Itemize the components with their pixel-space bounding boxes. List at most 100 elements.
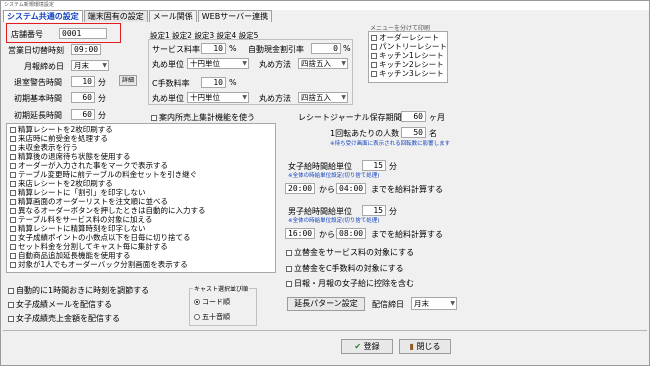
female-unit-unit: 分: [389, 162, 397, 171]
male-from-field[interactable]: 16:00: [285, 228, 315, 239]
settings-window: システム新規環境設定 システム共通の設定 端末固有の設定 メール関係 WEBサー…: [0, 0, 650, 366]
auto-time-check[interactable]: 自動的に1時間おきに時刻を調節する: [8, 285, 149, 296]
monthly-select[interactable]: 月末 ▼: [71, 60, 109, 71]
list-item[interactable]: 自動商品追加延長機能を使用する: [10, 251, 272, 260]
round-method2-value: 四捨五入: [301, 93, 331, 102]
register-button[interactable]: ✔ 登録: [341, 339, 393, 354]
journal-field[interactable]: 60: [401, 111, 426, 122]
right-check-service[interactable]: 立替金をサービス料の対象にする: [286, 247, 414, 258]
list-item[interactable]: オーダーが入力された事をマークで表示する: [10, 161, 272, 170]
round-unit-select[interactable]: 十円単位 ▼: [187, 58, 249, 69]
checkbox-icon: [10, 199, 16, 205]
per-turn-note: ※待ち受け画面に表示される回転数に影響します: [330, 141, 451, 147]
main-tabs: システム共通の設定 端末固有の設定 メール関係 WEBサーバー連携: [3, 10, 273, 22]
list-item[interactable]: 対象が1人でもオーダーバック分割画面を表示する: [10, 260, 272, 269]
tab-system-common[interactable]: システム共通の設定: [3, 10, 83, 22]
female-to-label: までを給料計算する: [371, 185, 443, 194]
list-item[interactable]: 女子成績ポイントの小数点以下を日毎に切り捨てる: [10, 233, 272, 242]
c-fee-field[interactable]: 10: [201, 77, 226, 88]
round-method2-select[interactable]: 四捨五入 ▼: [298, 92, 348, 103]
cast-order-code[interactable]: コード順: [194, 297, 230, 307]
leave-warn-field[interactable]: 10: [71, 76, 95, 87]
round-method-value: 四捨五入: [301, 59, 331, 68]
print-menu-item[interactable]: パントリーレシート: [371, 42, 447, 51]
detail-button[interactable]: 詳細: [119, 75, 137, 86]
list-item[interactable]: 精算レシートに「割引」を印字しない: [10, 188, 272, 197]
male-to-field[interactable]: 08:00: [336, 228, 366, 239]
ext-pattern-button[interactable]: 延長パターン設定: [287, 297, 365, 311]
print-menu-item[interactable]: キッチン3レシート: [371, 69, 445, 78]
auto-discount-label: 自動現金割引率: [248, 45, 304, 54]
list-item[interactable]: 異なるオーダーボタンを押したときは自動的に入力する: [10, 206, 272, 215]
radio-icon: [194, 314, 200, 320]
base-time-field[interactable]: 60: [71, 92, 95, 103]
list-item[interactable]: 精算後の退席待ち状態を使用する: [10, 152, 272, 161]
service-field[interactable]: 10: [201, 43, 226, 54]
female-mail-check[interactable]: 女子成績メールを配信する: [8, 299, 112, 310]
checkbox-icon: [371, 35, 377, 41]
checkbox-icon: [371, 53, 377, 59]
chevron-down-icon: ▼: [102, 62, 107, 69]
list-item[interactable]: 未収金表示を行う: [10, 143, 272, 152]
radio-icon: [194, 299, 200, 305]
checkbox-icon: [10, 244, 16, 250]
cutoff-field[interactable]: 09:00: [71, 44, 101, 55]
checkbox-icon: [151, 115, 157, 121]
round-method-select[interactable]: 四捨五入 ▼: [298, 58, 348, 69]
male-to-label: までを給料計算する: [371, 230, 443, 239]
male-unit-field[interactable]: 15: [362, 205, 386, 216]
checkbox-icon: [10, 208, 16, 214]
chevron-down-icon: ▼: [242, 94, 247, 101]
female-note: ※全体の時給単位設定(切り捨て処理): [288, 173, 380, 179]
female-to-field[interactable]: 04:00: [336, 183, 366, 194]
service-unit: %: [229, 44, 237, 53]
checkbox-icon: [10, 172, 16, 178]
per-turn-unit: 名: [429, 129, 437, 138]
round-unit2-select[interactable]: 十円単位 ▼: [187, 92, 249, 103]
leave-warn-label: 退室警告時間: [14, 78, 62, 87]
ext-time-field[interactable]: 60: [71, 109, 95, 120]
print-menu-item[interactable]: オーダーレシート: [371, 33, 445, 42]
print-menu-list: オーダーレシート パントリーレシート キッチン1レシート キッチン2レシート キ…: [368, 31, 448, 83]
round-method-label: 丸め方法: [259, 60, 291, 69]
right-check-cfee[interactable]: 立替金をC手数料の対象にする: [286, 263, 404, 274]
checkbox-icon: [286, 266, 292, 272]
right-check-deduction[interactable]: 日報・月報の女子給に控除を含む: [286, 278, 414, 289]
store-no-label: 店舗番号: [11, 30, 43, 39]
list-item[interactable]: 精算レシートを2枚印刷する: [10, 125, 272, 134]
female-sales-check[interactable]: 女子成績売上金額を配信する: [8, 313, 120, 324]
checkbox-icon: [10, 127, 16, 133]
per-turn-field[interactable]: 50: [401, 127, 426, 138]
list-item[interactable]: 精算レシートに精算時刻を印字しない: [10, 224, 272, 233]
check-icon: ✔: [354, 342, 362, 351]
store-no-field[interactable]: 0001: [59, 28, 107, 39]
checkbox-icon: [371, 44, 377, 50]
auto-discount-field[interactable]: 0: [311, 43, 341, 54]
list-item[interactable]: 精算画面のオーダーリストを注文順に並べる: [10, 197, 272, 206]
chevron-down-icon: ▼: [450, 300, 455, 307]
list-item[interactable]: テーブル料をサービス料の対象に加える: [10, 215, 272, 224]
close-button[interactable]: ▮ 閉じる: [399, 339, 451, 354]
chevron-down-icon: ▼: [341, 94, 346, 101]
checkbox-icon: [371, 62, 377, 68]
list-item[interactable]: 来店レシートを2枚印刷する: [10, 179, 272, 188]
c-fee-label: C手数料率: [152, 79, 190, 88]
options-list: 精算レシートを2枚印刷する 来店時に前受金を処理する 未収金表示を行う 精算後の…: [6, 123, 276, 273]
print-menu-item[interactable]: キッチン2レシート: [371, 60, 445, 69]
checkbox-icon: [10, 226, 16, 232]
female-unit-field[interactable]: 15: [362, 160, 386, 171]
tab-mail[interactable]: メール関係: [148, 10, 197, 22]
checkbox-icon: [10, 154, 16, 160]
tab-web[interactable]: WEBサーバー連携: [197, 10, 273, 22]
cast-order-kana[interactable]: 五十音順: [194, 312, 230, 322]
delivery-select[interactable]: 月末 ▼: [411, 297, 457, 310]
list-item[interactable]: 来店時に前受金を処理する: [10, 134, 272, 143]
list-item[interactable]: テーブル変更時に前テーブルの料金セットを引き継ぐ: [10, 170, 272, 179]
checkbox-icon: [8, 288, 14, 294]
female-from-field[interactable]: 20:00: [285, 183, 315, 194]
checkbox-icon: [10, 262, 16, 268]
list-item[interactable]: セット料金を分割してキャスト毎に集計する: [10, 242, 272, 251]
in-store-checkbox[interactable]: 案内所売上集計機能を使う: [151, 112, 255, 123]
print-menu-item[interactable]: キッチン1レシート: [371, 51, 445, 60]
tab-terminal[interactable]: 端末固有の設定: [83, 10, 148, 22]
